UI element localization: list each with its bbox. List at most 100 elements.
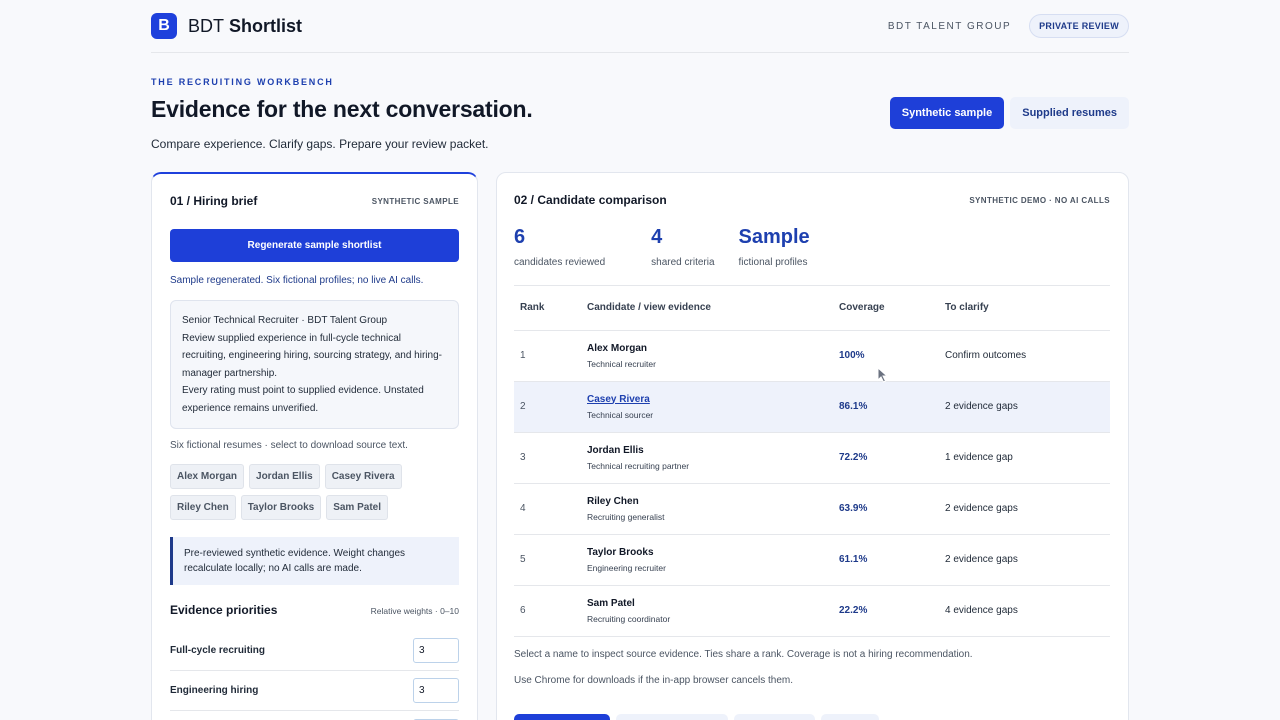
evidence-note: Pre-reviewed synthetic evidence. Weight … [170,537,459,585]
top-bar: B BDT Shortlist BDT TALENT GROUP PRIVATE … [151,0,1129,53]
candidate-comparison-card: 02 / Candidate comparison SYNTHETIC DEMO… [496,172,1129,720]
priorities-title: Evidence priorities [170,603,278,617]
table-row[interactable]: 3 Jordan Ellis Technical recruiting part… [514,432,1110,484]
priority-row [170,711,459,720]
resume-chip[interactable]: Alex Morgan [170,464,245,489]
stat-criteria: 4 shared criteria [651,226,714,268]
resume-chip[interactable]: Jordan Ellis [249,464,320,489]
hero: THE RECRUITING WORKBENCH Evidence for th… [151,77,1129,157]
stat-caption: shared criteria [651,257,715,268]
clarify-cell: 2 evidence gaps [939,483,1110,535]
candidate-role: Recruiting coordinator [587,613,671,624]
priority-label: Engineering hiring [170,685,259,696]
table-header-row: Rank Candidate / view evidence Coverage … [514,286,1110,331]
secondary-action-button[interactable] [734,714,815,720]
candidate-cell: Casey Rivera Technical sourcer [581,381,833,433]
brief-line-rule: Every rating must point to supplied evid… [182,385,424,414]
coverage-cell: 61.1% [833,534,939,586]
candidate-role: Engineering recruiter [587,562,666,573]
candidate-name-link[interactable]: Alex Morgan [587,343,833,354]
stat-number: Sample [738,226,810,248]
candidate-name-link[interactable]: Jordan Ellis [587,445,833,456]
rank-cell: 5 [514,534,581,586]
table-row[interactable]: 5 Taylor Brooks Engineering recruiter 61… [514,534,1110,586]
page-subtitle: Compare experience. Clarify gaps. Prepar… [151,137,489,151]
candidate-name-link[interactable]: Taylor Brooks [587,547,833,558]
summary-stats: 6 candidates reviewed 4 shared criteria … [514,226,1110,268]
coverage-cell: 22.2% [833,585,939,637]
candidate-cell: Jordan Ellis Technical recruiting partne… [581,432,833,484]
stat-profiles: Sample fictional profiles [739,226,810,268]
hiring-brief-card: 01 / Hiring brief SYNTHETIC SAMPLE Regen… [151,172,478,720]
table-row[interactable]: 4 Riley Chen Recruiting generalist 63.9%… [514,483,1110,535]
comparison-header: 02 / Candidate comparison SYNTHETIC DEMO… [514,193,1110,207]
resume-chip[interactable]: Riley Chen [170,495,236,520]
stat-caption: candidates reviewed [514,257,606,268]
clarify-cell: 1 evidence gap [939,432,1110,484]
coverage-cell: 86.1% [833,381,939,433]
candidate-role: Recruiting generalist [587,511,665,522]
col-coverage: Coverage [833,286,939,331]
brand-prefix: BDT [188,15,224,36]
candidate-role: Technical sourcer [587,409,654,420]
status-message: Sample regenerated. Six fictional profil… [170,275,424,286]
mouse-cursor-icon [877,367,889,383]
resumes-hint: Six fictional resumes · select to downlo… [170,440,408,451]
stat-number: 4 [651,226,663,248]
priority-row: Full-cycle recruiting [170,631,459,671]
rank-cell: 6 [514,585,581,637]
brief-line-scope: Review supplied experience in full-cycle… [182,332,442,379]
eyebrow: THE RECRUITING WORKBENCH [151,77,334,87]
candidate-name-link[interactable]: Casey Rivera [587,394,833,405]
brand-name: BDT Shortlist [188,16,302,37]
rank-cell: 3 [514,432,581,484]
brand[interactable]: B BDT Shortlist [151,13,302,39]
candidate-name-link[interactable]: Sam Patel [587,598,833,609]
logo-icon: B [151,13,177,39]
stat-candidates: 6 candidates reviewed [514,226,605,268]
resume-chip[interactable]: Casey Rivera [324,464,402,489]
clarify-cell: 4 evidence gaps [939,585,1110,637]
hiring-brief-title: 01 / Hiring brief [170,194,258,208]
candidate-cell: Sam Patel Recruiting coordinator [581,585,833,637]
rank-cell: 2 [514,381,581,433]
rank-cell: 1 [514,330,581,382]
priorities-subtitle: Relative weights · 0–10 [370,606,459,616]
priorities-list: Full-cycle recruiting Engineering hiring [170,631,459,720]
clarify-cell: 2 evidence gaps [939,381,1110,433]
secondary-action-button[interactable] [821,714,879,720]
table-row-selected[interactable]: 2 Casey Rivera Technical sourcer 86.1% 2… [514,381,1110,433]
supplied-resumes-button[interactable]: Supplied resumes [1010,97,1129,129]
hiring-brief-tag: SYNTHETIC SAMPLE [371,196,459,206]
comparison-table-wrap: Rank Candidate / view evidence Coverage … [514,285,1110,637]
mode-toggle: Synthetic sample Supplied resumes [889,97,1129,129]
col-rank: Rank [514,286,581,331]
primary-action-button[interactable] [514,714,610,720]
download-hint: Use Chrome for downloads if the in-app b… [514,675,794,686]
comparison-table: Rank Candidate / view evidence Coverage … [514,286,1110,637]
clarify-cell: Confirm outcomes [939,330,1110,382]
brand-suffix: Shortlist [229,15,303,36]
action-buttons-row [514,714,885,720]
candidate-cell: Alex Morgan Technical recruiter [581,330,833,382]
synthetic-sample-button[interactable]: Synthetic sample [889,97,1005,129]
resume-chip[interactable]: Taylor Brooks [240,495,322,520]
comparison-title: 02 / Candidate comparison [514,193,667,207]
regenerate-shortlist-button[interactable]: Regenerate sample shortlist [170,229,459,262]
coverage-cell: 63.9% [833,483,939,535]
secondary-action-button[interactable] [616,714,728,720]
table-row[interactable]: 6 Sam Patel Recruiting coordinator 22.2%… [514,585,1110,637]
candidate-role: Technical recruiter [587,358,656,369]
candidate-role: Technical recruiting partner [587,460,690,471]
candidate-name-link[interactable]: Riley Chen [587,496,833,507]
clarify-cell: 2 evidence gaps [939,534,1110,586]
table-row[interactable]: 1 Alex Morgan Technical recruiter 100% C… [514,330,1110,382]
brief-line-role: Senior Technical Recruiter · BDT Talent … [182,315,388,326]
brief-text-box: Senior Technical Recruiter · BDT Talent … [170,300,459,429]
stat-caption: fictional profiles [738,257,808,268]
candidate-cell: Taylor Brooks Engineering recruiter [581,534,833,586]
priority-weight-input[interactable] [413,678,459,703]
comparison-tag: SYNTHETIC DEMO · NO AI CALLS [969,195,1110,205]
resume-chip[interactable]: Sam Patel [326,495,388,520]
priority-weight-input[interactable] [413,638,459,663]
